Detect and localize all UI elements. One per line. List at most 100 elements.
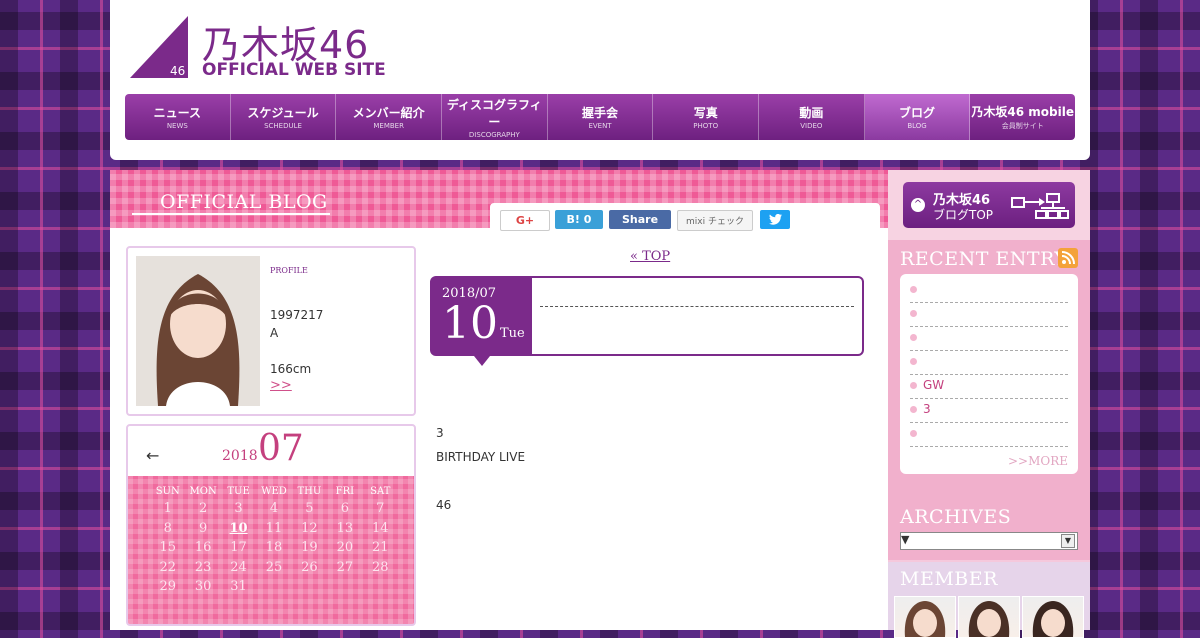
gplus-share-button[interactable]: G+ xyxy=(500,210,550,231)
recent-entry-label: GW xyxy=(923,378,945,392)
calendar-day-link[interactable]: 10 xyxy=(221,521,256,540)
calendar-weekday: MON xyxy=(189,486,217,497)
calendar-day: 30 xyxy=(194,579,212,594)
calendar-day: 4 xyxy=(269,501,279,516)
calendar-day: 3 xyxy=(234,501,243,516)
top-link[interactable]: « TOP xyxy=(630,249,670,264)
recent-entry-item[interactable]: 3 xyxy=(910,402,1068,423)
post-date: 2018/07 10 Tue xyxy=(430,276,534,366)
member-thumbnail[interactable] xyxy=(1022,596,1084,638)
calendar-header: ← 2018 07 xyxy=(128,426,414,474)
profile-more-link[interactable]: >> xyxy=(270,378,292,393)
calendar-weekday: TUE xyxy=(227,486,250,497)
blog-top-line2: ブログTOP xyxy=(933,208,994,222)
calendar-day: 24 xyxy=(230,559,247,575)
nav-sublabel: 会員制サイト xyxy=(1001,122,1044,130)
member-thumbnail-image xyxy=(968,601,1010,637)
post-date-weekday: Tue xyxy=(500,326,525,341)
calendar-day: 11 xyxy=(265,520,283,536)
dropdown-arrow-icon: ▼ xyxy=(1061,534,1075,548)
nav-schedule[interactable]: スケジュール SCHEDULE xyxy=(231,94,337,140)
archives-title: ARCHIVES xyxy=(900,506,1012,528)
blog-title: OFFICIAL BLOG xyxy=(132,191,330,215)
nav-video[interactable]: 動画 VIDEO xyxy=(759,94,865,140)
bullet-icon xyxy=(910,310,917,317)
nav-label: 動画 xyxy=(799,106,824,120)
calendar-day: 2 xyxy=(198,501,208,516)
calendar-month: 07 xyxy=(258,428,304,469)
calendar-day: 23 xyxy=(194,559,212,575)
calendar-day: 7 xyxy=(376,501,385,516)
bullet-icon xyxy=(910,334,917,341)
calendar-day: 25 xyxy=(265,559,283,575)
nav-label: スケジュール xyxy=(247,106,319,120)
recent-entry-item[interactable] xyxy=(910,330,1068,351)
member-thumbnail[interactable] xyxy=(894,596,956,638)
recent-entry-title: RECENT ENTRY xyxy=(900,248,1068,270)
nav-discography[interactable]: ディスコグラフィー DISCOGRAPHY xyxy=(442,94,548,140)
calendar-grid: SUN MON TUE WED THU FRI SAT 1 2 3 4 5 6 7 8 9 10 11 12 13 14… xyxy=(150,486,398,598)
recent-entry-item[interactable]: GW xyxy=(910,378,1068,399)
member-thumbnail[interactable] xyxy=(958,596,1020,638)
twitter-share-button[interactable] xyxy=(760,210,790,229)
calendar-day: 22 xyxy=(159,559,176,575)
calendar-day: 27 xyxy=(336,559,354,575)
nav-label: ブログ xyxy=(899,106,936,120)
archives-select[interactable]: ▼ ▼ xyxy=(900,532,1078,550)
nav-mobile[interactable]: 乃木坂46 mobile 会員制サイト xyxy=(970,94,1075,140)
member-section: MEMBER xyxy=(888,562,1090,638)
recent-entry-item[interactable] xyxy=(910,354,1068,375)
hatena-bookmark-button[interactable]: B! 0 xyxy=(555,210,603,229)
recent-entry-item[interactable] xyxy=(910,306,1068,327)
nav-event[interactable]: 握手会 EVENT xyxy=(548,94,654,140)
recent-entry-item[interactable] xyxy=(910,282,1068,303)
calendar-day: 8 xyxy=(163,520,172,536)
calendar-day: 15 xyxy=(159,540,176,555)
profile-height: 166cm xyxy=(270,362,312,376)
chevron-up-icon: ^ xyxy=(911,198,925,212)
nav-member[interactable]: メンバー紹介 MEMBER xyxy=(336,94,443,140)
calendar-body: SUN MON TUE WED THU FRI SAT 1 2 3 4 5 6 7 8 9 10 11 12 13 14… xyxy=(128,476,414,624)
share-bar: G+ B! 0 Share mixi チェック xyxy=(490,203,880,233)
recent-entry-list: GW 3 >>MORE xyxy=(900,274,1078,474)
site-logo[interactable]: 46 乃木坂46 OFFICIAL WEB SITE xyxy=(130,16,400,82)
nav-sublabel: BLOG xyxy=(907,122,927,130)
nav-label: メンバー紹介 xyxy=(352,106,425,120)
calendar-day: 17 xyxy=(230,540,247,555)
calendar-weekday: SUN xyxy=(155,486,180,497)
bullet-icon xyxy=(910,406,917,413)
nav-label: 握手会 xyxy=(582,106,619,120)
member-title: MEMBER xyxy=(900,568,998,590)
nav-news[interactable]: ニュース NEWS xyxy=(125,94,231,140)
post-title-divider xyxy=(540,306,854,307)
facebook-share-button[interactable]: Share xyxy=(609,210,671,229)
archives-section: ARCHIVES ▼ ▼ xyxy=(888,486,1090,560)
bullet-icon xyxy=(910,382,917,389)
calendar-year: 2018 xyxy=(222,448,258,464)
mixi-check-button[interactable]: mixi チェック xyxy=(677,210,753,231)
nav-blog[interactable]: ブログ BLOG xyxy=(864,94,971,140)
calendar-day: 28 xyxy=(372,559,389,575)
calendar-day: 14 xyxy=(372,520,389,536)
nav-label: ディスコグラフィー xyxy=(446,97,542,129)
calendar-day: 6 xyxy=(340,501,349,516)
calendar-weekday: FRI xyxy=(335,486,355,497)
nav-sublabel: EVENT xyxy=(588,122,612,130)
calendar-day: 18 xyxy=(265,540,283,555)
nav-sublabel: DISCOGRAPHY xyxy=(468,130,520,139)
nav-sublabel: MEMBER xyxy=(373,122,404,130)
rss-icon[interactable] xyxy=(1058,248,1078,268)
calendar-day: 5 xyxy=(305,501,314,516)
site-header: 46 乃木坂46 OFFICIAL WEB SITE ニュース NEWS スケジュ… xyxy=(110,0,1090,160)
bullet-icon xyxy=(910,430,917,437)
recent-more-link[interactable]: >>MORE xyxy=(1008,454,1068,468)
nav-sublabel: SCHEDULE xyxy=(264,122,302,130)
calendar: ← 2018 07 SUN MON TUE WED THU FRI SAT 1 2 3 4 5 6 7 8 9… xyxy=(126,424,416,626)
calendar-prev-arrow[interactable]: ← xyxy=(146,446,159,465)
calendar-weekday: WED xyxy=(261,486,287,497)
nav-label: 乃木坂46 mobile xyxy=(971,105,1074,119)
nav-photo[interactable]: 写真 PHOTO xyxy=(653,94,760,140)
recent-entry-item[interactable] xyxy=(910,426,1068,447)
blog-top-button[interactable]: ^ 乃木坂46 ブログTOP xyxy=(903,182,1075,228)
sidebar-top: ^ 乃木坂46 ブログTOP xyxy=(888,170,1090,240)
